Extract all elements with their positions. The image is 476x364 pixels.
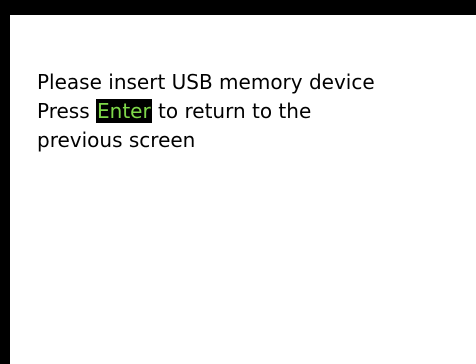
message-line-2-prefix: Press bbox=[37, 99, 96, 123]
message-line-2-suffix: to return to the bbox=[151, 99, 312, 123]
message-line-3: previous screen bbox=[37, 128, 196, 152]
device-screen-frame bbox=[0, 0, 476, 364]
message-line-2: Press Enter to return to the bbox=[37, 97, 375, 126]
message-line-1: Please insert USB memory device bbox=[37, 70, 375, 94]
enter-key-highlight: Enter bbox=[96, 99, 152, 123]
usb-prompt-message: Please insert USB memory device Press En… bbox=[37, 68, 375, 155]
